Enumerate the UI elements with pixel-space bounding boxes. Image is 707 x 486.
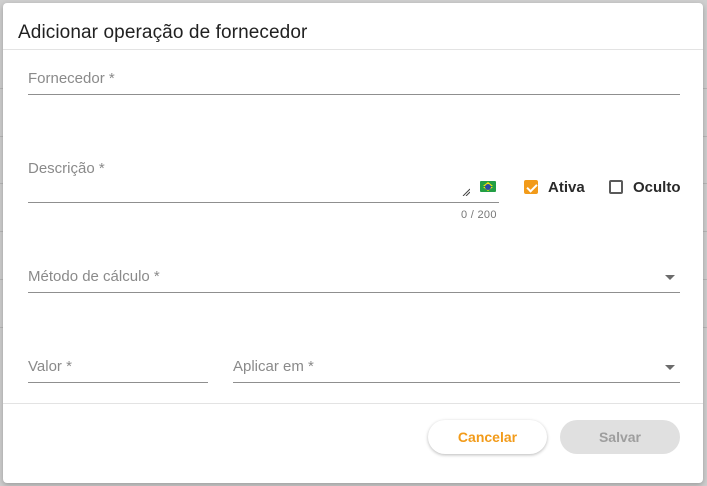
hidden-checkbox[interactable] bbox=[609, 180, 623, 194]
supplier-field-underline bbox=[28, 94, 680, 95]
chevron-down-icon bbox=[665, 275, 675, 280]
flag-circle bbox=[485, 183, 491, 190]
hidden-checkbox-label[interactable]: Oculto bbox=[633, 179, 681, 196]
calc-method-select[interactable]: Método de cálculo * bbox=[28, 268, 680, 293]
description-field-underline bbox=[28, 202, 499, 203]
value-field-label: Valor * bbox=[28, 358, 72, 375]
description-char-counter: 0 / 200 bbox=[461, 209, 497, 221]
calc-method-field-label: Método de cálculo * bbox=[28, 268, 160, 285]
header-divider bbox=[3, 49, 703, 50]
chevron-down-icon bbox=[665, 365, 675, 370]
supplier-field-label: Fornecedor * bbox=[28, 70, 115, 87]
calc-method-field-underline bbox=[28, 292, 680, 293]
brazil-flag-icon[interactable] bbox=[480, 181, 496, 192]
description-field-label: Descrição * bbox=[28, 160, 105, 177]
value-field-underline bbox=[28, 382, 208, 383]
supplier-field[interactable]: Fornecedor * bbox=[28, 70, 680, 95]
checkmark-icon bbox=[526, 181, 538, 193]
description-textarea[interactable]: Descrição * bbox=[28, 160, 499, 203]
apply-on-field-underline bbox=[233, 382, 680, 383]
footer-divider bbox=[3, 403, 703, 404]
cancel-button[interactable]: Cancelar bbox=[428, 420, 547, 454]
save-button[interactable]: Salvar bbox=[560, 420, 680, 454]
apply-on-select[interactable]: Aplicar em * bbox=[233, 358, 680, 383]
value-input[interactable]: Valor * bbox=[28, 358, 208, 383]
dialog-title: Adicionar operação de fornecedor bbox=[18, 22, 308, 43]
apply-on-field-label: Aplicar em * bbox=[233, 358, 314, 375]
resize-handle-icon[interactable] bbox=[462, 188, 470, 196]
add-supplier-operation-dialog: Adicionar operação de fornecedor Fornece… bbox=[3, 3, 703, 483]
active-checkbox[interactable] bbox=[524, 180, 538, 194]
active-checkbox-label[interactable]: Ativa bbox=[548, 179, 585, 196]
